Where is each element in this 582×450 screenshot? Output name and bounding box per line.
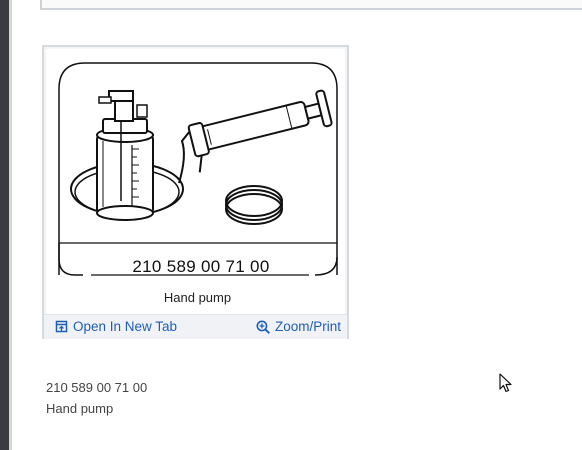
open-in-new-tab-link[interactable]: Open In New Tab — [55, 319, 177, 334]
part-image-card[interactable]: 210 589 00 71 00 Hand pump Open In New T… — [42, 45, 349, 339]
card-image-area: 210 589 00 71 00 Hand pump — [46, 49, 345, 314]
zoom-print-link[interactable]: Zoom/Print — [256, 319, 341, 334]
magnifier-plus-icon — [256, 319, 270, 334]
hand-pump-illustration — [58, 62, 338, 276]
part-number-text: 210 589 00 71 00 — [46, 380, 148, 395]
window-edge — [0, 0, 12, 450]
card-footer: Open In New Tab Zoom/Print — [44, 314, 347, 339]
page: 210 589 00 71 00 Hand pump Open In New T… — [0, 0, 582, 450]
mouse-pointer-icon — [499, 373, 512, 393]
open-in-new-tab-label: Open In New Tab — [73, 319, 178, 334]
previous-card — [40, 0, 582, 10]
part-name-text: Hand pump — [46, 401, 114, 416]
open-new-tab-icon — [55, 320, 68, 333]
figure-part-number: 210 589 00 71 00 — [132, 257, 270, 276]
figure-caption: Hand pump — [163, 290, 232, 305]
zoom-print-label: Zoom/Print — [274, 319, 341, 334]
